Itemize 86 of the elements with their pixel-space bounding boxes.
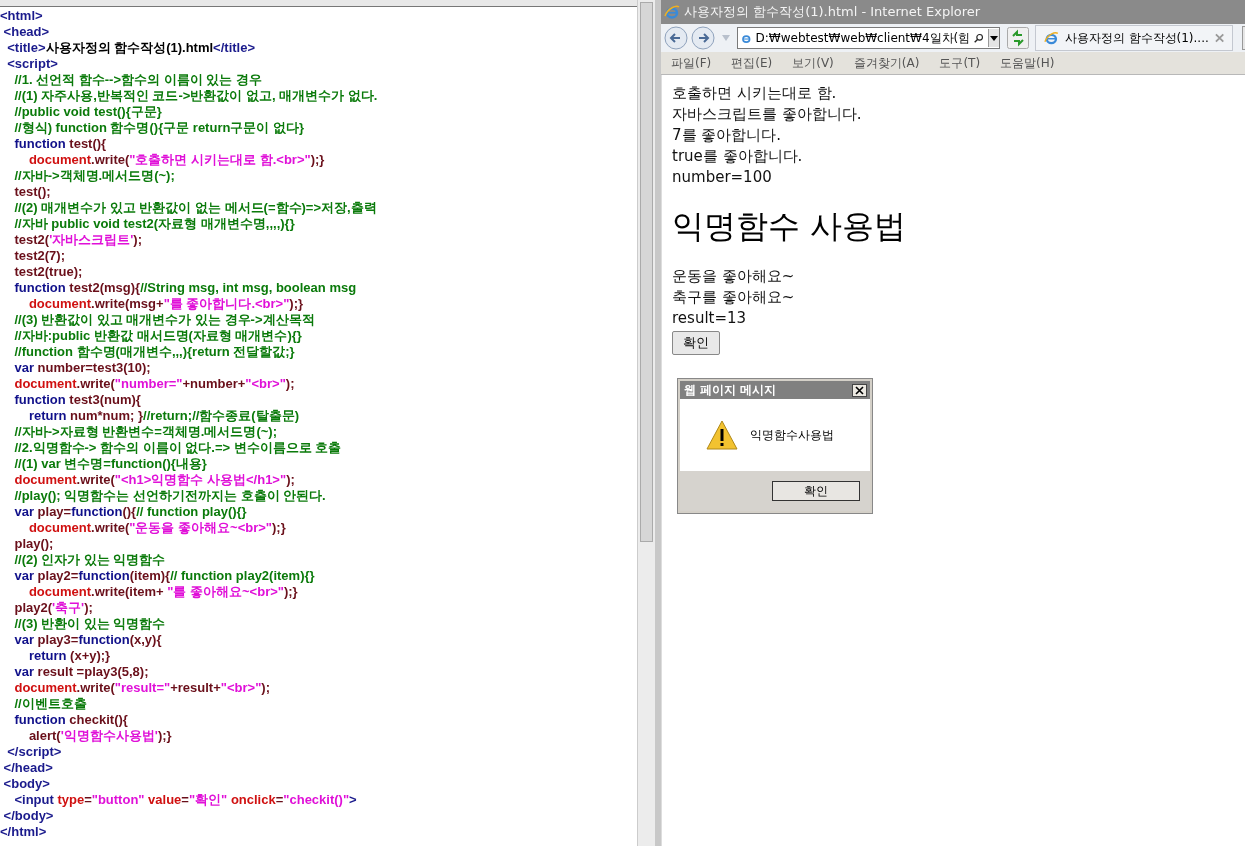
output-line: 7를 좋아합니다. <box>672 125 783 146</box>
output-line: result=13 <box>672 308 748 329</box>
code-line: return (x+y);} <box>27 648 112 664</box>
output-line: 자바스크립트를 좋아합니다. <box>672 104 863 125</box>
code-line: document.write(item+ "를 좋아해요~<br>");} <box>27 584 299 600</box>
code-line: <script> <box>6 56 59 72</box>
menu-item[interactable]: 파일(F) <box>671 54 712 72</box>
code-line: document.write("<h1>익명함수 사용법</h1>"); <box>13 472 296 488</box>
menu-item[interactable]: 편집(E) <box>731 54 773 72</box>
code-line: test2('자바스크립트'); <box>13 232 143 248</box>
code-line: //형식) function 함수명(){구문 return구문이 없다} <box>13 120 306 136</box>
address-field[interactable]: D:₩webtest₩web₩client₩4일차(힘 <box>737 27 1000 49</box>
window-title: 사용자정의 함수작성(1).html - Internet Explorer <box>684 3 981 21</box>
code-line: test2(7); <box>13 248 66 264</box>
code-line: //(3) 반환이 있는 익명함수 <box>13 616 167 632</box>
back-button[interactable] <box>664 26 688 50</box>
refresh-button[interactable] <box>1007 27 1029 49</box>
code-line: document.write("운동을 좋아해요~<br>");} <box>27 520 287 536</box>
ok-button[interactable]: 확인 <box>772 481 860 501</box>
close-icon[interactable] <box>1214 33 1224 43</box>
code-line: <html> <box>0 8 44 24</box>
search-icon[interactable] <box>974 31 985 45</box>
code-line: play(); <box>13 536 55 552</box>
menu-item[interactable]: 도구(T) <box>939 54 981 72</box>
confirm-button[interactable]: 확인 <box>672 331 720 355</box>
code-line: </html> <box>0 824 48 840</box>
code-line: document.write("result="+result+"<br>"); <box>13 680 271 696</box>
warning-icon <box>706 420 738 450</box>
output-line: 운동을 좋아해요~ <box>672 266 796 287</box>
code-line: var result =play3(5,8); <box>13 664 150 680</box>
code-line: play2('축구'); <box>13 600 94 616</box>
output-line: true를 좋아합니다. <box>672 146 804 167</box>
code-line: var number=test3(10); <box>13 360 152 376</box>
code-line: document.write(msg+"를 좋아합니다.<br>");} <box>27 296 305 312</box>
forward-button[interactable] <box>691 26 715 50</box>
code-line: //function 함수명(매개변수,,,){return 전달할값;} <box>13 344 296 360</box>
code-line: test(); <box>13 184 52 200</box>
page-heading: 익명함수 사용법 <box>672 206 908 246</box>
code-line: //자바->자료형 반환변수=객체명.메서드명(~); <box>13 424 278 440</box>
code-line: var play3=function(x,y){ <box>13 632 163 648</box>
dialog-title: 웹 페이지 메시지 <box>684 381 777 399</box>
code-line: alert('익명함수사용법');} <box>27 728 173 744</box>
code-line: //play(); 익명함수는 선언하기전까지는 호출이 안된다. <box>13 488 327 504</box>
code-line: function checkit(){ <box>13 712 129 728</box>
code-line: <head> <box>2 24 51 40</box>
code-line: //(2) 인자가 있는 익명함수 <box>13 552 167 568</box>
output-line: number=100 <box>672 167 773 188</box>
menu-item[interactable]: 즐겨찾기(A) <box>853 54 920 72</box>
menu-item[interactable]: 도움말(H) <box>1000 54 1055 72</box>
code-line: test2(true); <box>13 264 84 280</box>
code-line: //자바 public void test2(자료형 매개변수명,,,,){} <box>13 216 296 232</box>
code-line: //2.익명함수-> 함수의 이름이 없다.=> 변수이름으로 호출 <box>13 440 343 456</box>
code-line: document.write("호출하면 시키는대로 함.<br>");} <box>27 152 326 168</box>
code-line: //(1) var 변수명=function(){내용} <box>13 456 208 472</box>
output-line: 축구를 좋아해요~ <box>672 287 796 308</box>
caret-icon <box>990 35 999 41</box>
browser-logo-icon <box>664 4 680 20</box>
code-line: </head> <box>2 760 54 776</box>
code-line: //1. 선언적 함수-->함수의 이름이 있는 경우 <box>13 72 263 88</box>
code-line: document.write("number="+number+"<br>"); <box>13 376 296 392</box>
code-line: function test2(msg){//String msg, int msg, boolean msg <box>13 280 358 296</box>
code-line: <input type="button" value="확인" onclick="checkit()"> <box>13 792 358 808</box>
code-line: function test(){ <box>13 136 108 152</box>
code-line: //자바->객체명.메서드명(~); <box>13 168 176 184</box>
code-line: //자바:public 반환값 매서드명(자료형 매개변수){} <box>13 328 303 344</box>
code-line: //(2) 매개변수가 있고 반환값이 없는 메서드(=함수)=>저장,출력 <box>13 200 378 216</box>
code-line: var play=function(){// function play(){} <box>13 504 248 520</box>
close-button[interactable] <box>852 383 867 397</box>
code-line: </body> <box>2 808 55 824</box>
code-line: var play2=function(item){// function play2(item){} <box>13 568 316 584</box>
code-line: </script> <box>6 744 63 760</box>
code-line: //(3) 반환값이 있고 매개변수가 있는 경우->계산목적 <box>13 312 316 328</box>
code-line: //이벤트호출 <box>13 696 88 712</box>
page-icon <box>1044 30 1059 46</box>
code-line: //public void test(){구문} <box>13 104 163 120</box>
output-line: 호출하면 시키는대로 함. <box>672 83 838 104</box>
dropdown-button[interactable] <box>988 29 999 47</box>
dialog-message: 익명함수사용법 <box>750 426 834 444</box>
code-line: //(1) 자주사용,반복적인 코드->반환값이 없고, 매개변수가 없다. <box>13 88 379 104</box>
code-line: function test3(num){ <box>13 392 142 408</box>
browser-tab[interactable]: 사용자정의 함수작성(1).... <box>1035 25 1233 51</box>
menu-item[interactable]: 보기(V) <box>792 54 834 72</box>
code-line: <body> <box>2 776 51 792</box>
code-line: <title>사용자정의 함수작성(1).html</title> <box>6 40 256 56</box>
code-line: return num*num; }//return;//함수종료(탈출문) <box>27 408 301 424</box>
scrollbar[interactable] <box>637 0 655 846</box>
